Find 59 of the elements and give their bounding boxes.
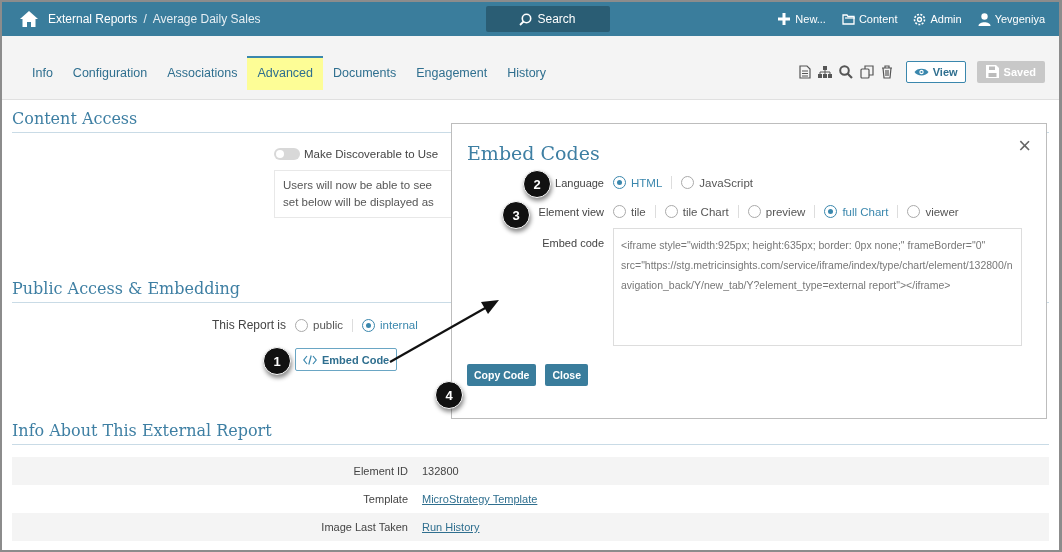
radio-option[interactable]: full Chart xyxy=(814,205,898,218)
radio-option[interactable]: JavaScript xyxy=(671,176,762,189)
field-label: Image Last Taken xyxy=(320,521,408,533)
tab[interactable]: Advanced xyxy=(247,56,323,90)
field-label: This Report is xyxy=(210,318,286,332)
radio-option[interactable]: preview xyxy=(737,205,815,218)
floppy-icon xyxy=(985,65,999,78)
field-label: Language xyxy=(555,176,604,189)
embed-code-field[interactable]: <iframe style="width:925px; height:635px; border: 0px none;" frameBorder="0" src="https://stg.metricinsights.com/service/iframe/index/type/chart/element/132800/navigation_back/Y/new_tab/Y?element_type=external report"></iframe> xyxy=(613,228,1022,346)
dialog-title: Embed Codes xyxy=(467,142,600,164)
field-label: Element view xyxy=(538,205,604,218)
menu-link[interactable]: Content xyxy=(841,12,898,26)
hierarchy-icon xyxy=(817,64,832,79)
field-value: 132800 xyxy=(422,465,460,477)
embed-code-button[interactable]: Embed Code xyxy=(295,348,398,371)
view-button[interactable]: View xyxy=(905,60,966,83)
radio-option[interactable]: tile xyxy=(613,205,655,218)
link[interactable]: Run History xyxy=(422,521,1049,533)
folder-icon xyxy=(841,12,855,26)
step-number: 4 xyxy=(435,381,463,409)
plus-icon xyxy=(778,12,792,26)
user-icon xyxy=(977,12,991,26)
field-label: Embed code xyxy=(542,236,604,249)
dialog-button[interactable]: Copy Code xyxy=(467,364,537,386)
eye-icon xyxy=(913,66,929,77)
menu-link[interactable]: New... xyxy=(778,12,826,26)
tab[interactable]: Info xyxy=(22,56,63,90)
radio-option[interactable]: tile Chart xyxy=(654,205,738,218)
home-icon xyxy=(20,11,38,27)
tab[interactable]: History xyxy=(497,56,557,90)
code-icon xyxy=(303,354,317,365)
menu-link[interactable]: Yevgeniya xyxy=(977,12,1045,26)
breadcrumb-link[interactable]: External Reports xyxy=(48,12,138,26)
radio-option[interactable]: public xyxy=(295,318,353,332)
toggle-label: Make Discoverable to Use xyxy=(304,148,439,160)
field-label: Element ID xyxy=(352,465,408,477)
field-label: Template xyxy=(362,493,408,505)
toggle-switch[interactable] xyxy=(274,148,300,160)
trash-icon xyxy=(880,64,893,79)
gear-icon xyxy=(913,12,927,26)
search-icon xyxy=(519,12,533,26)
dialog-button[interactable]: Close xyxy=(545,364,588,386)
tab[interactable]: Configuration xyxy=(62,56,158,90)
document-icon xyxy=(798,64,811,79)
close-button[interactable]: × xyxy=(1018,138,1031,154)
tab[interactable]: Engagement xyxy=(406,56,498,90)
copy-icon xyxy=(859,64,874,79)
radio-option[interactable]: internal xyxy=(352,318,427,332)
link[interactable]: MicroStrategy Template xyxy=(422,493,1049,505)
search-icon xyxy=(838,64,853,79)
radio-option[interactable]: HTML xyxy=(613,176,672,189)
menu-link[interactable]: Admin xyxy=(913,12,962,26)
breadcrumb-separator: / xyxy=(143,12,147,26)
search-button[interactable]: Search xyxy=(485,6,610,32)
step-number: 1 xyxy=(263,347,291,375)
tab[interactable]: Associations xyxy=(157,56,248,90)
tab[interactable]: Documents xyxy=(323,56,407,90)
page-title: Average Daily Sales xyxy=(152,12,261,26)
radio-option[interactable]: viewer xyxy=(897,205,968,218)
